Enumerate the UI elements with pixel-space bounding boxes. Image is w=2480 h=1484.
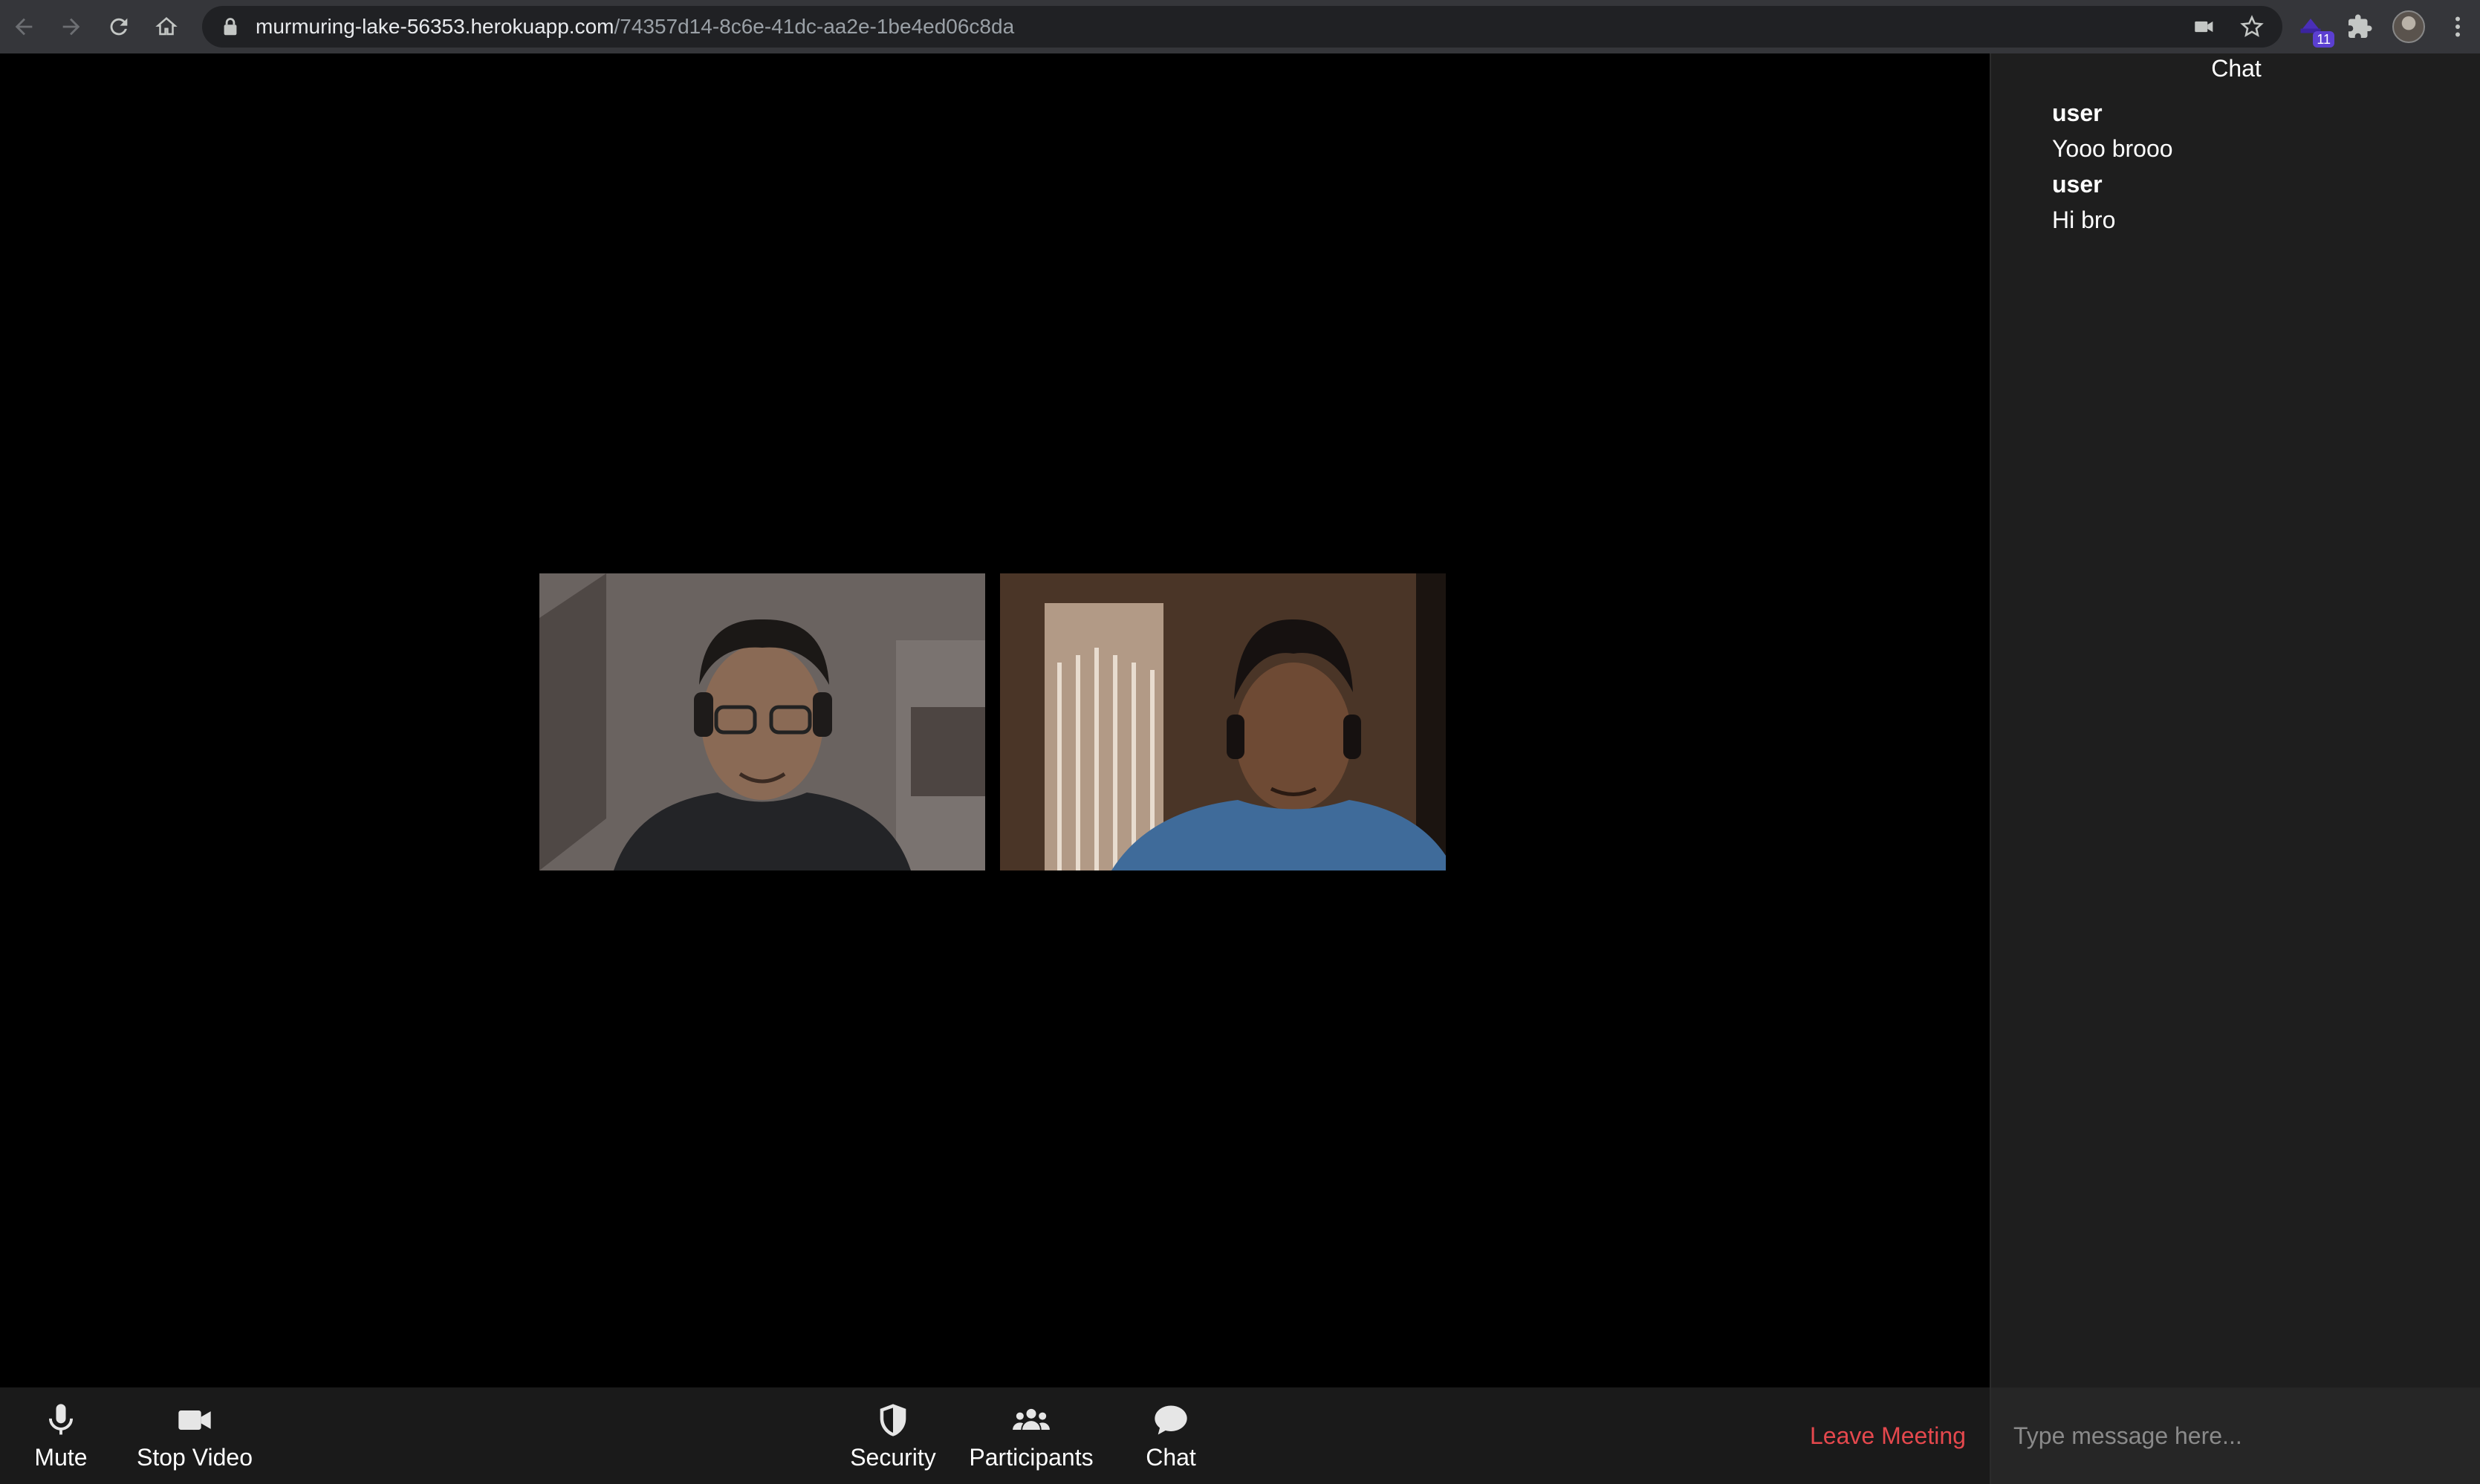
extension-badge-count: 11 xyxy=(2313,31,2334,48)
camera-in-use-icon[interactable] xyxy=(2192,14,2217,39)
chat-panel: Chat user Yooo brooo user Hi bro xyxy=(1990,53,2480,1484)
chat-message: user Hi bro xyxy=(2052,166,2468,238)
chat-message-text: Yooo brooo xyxy=(2052,135,2173,162)
security-label: Security xyxy=(850,1443,936,1471)
home-button[interactable] xyxy=(143,0,190,53)
forward-button[interactable] xyxy=(48,0,95,53)
back-button[interactable] xyxy=(0,0,48,53)
users-icon xyxy=(1012,1401,1051,1439)
participant-video-2 xyxy=(1000,573,1446,870)
participants-label: Participants xyxy=(969,1443,1094,1471)
more-vert-icon[interactable] xyxy=(2444,13,2471,40)
reload-button[interactable] xyxy=(95,0,143,53)
chat-message: user Yooo brooo xyxy=(2052,95,2468,166)
chat-label: Chat xyxy=(1146,1443,1196,1471)
chat-message-text: Hi bro xyxy=(2052,206,2116,233)
video-camera-icon xyxy=(175,1401,214,1439)
arrow-left-icon xyxy=(15,18,33,36)
meeting-toolbar: Mute Stop Video Security Participants Ch… xyxy=(0,1387,1990,1484)
security-button[interactable]: Security xyxy=(843,1387,944,1484)
stop-video-label: Stop Video xyxy=(137,1443,253,1471)
webcam-frame-1 xyxy=(539,573,985,870)
chat-message-list: user Yooo brooo user Hi bro xyxy=(2052,95,2468,238)
microphone-icon xyxy=(42,1401,80,1439)
chat-button[interactable]: Chat xyxy=(1137,1387,1205,1484)
mute-button[interactable]: Mute xyxy=(22,1387,100,1484)
extension-icon[interactable]: 11 xyxy=(2297,12,2334,48)
profile-avatar[interactable] xyxy=(2392,10,2425,43)
shield-icon xyxy=(874,1401,912,1439)
url-path: /74357d14-8c6e-41dc-aa2e-1be4ed06c8da xyxy=(614,15,1015,38)
lock-icon xyxy=(224,18,237,36)
mute-label: Mute xyxy=(34,1443,88,1471)
reload-icon xyxy=(110,18,128,36)
address-bar[interactable]: murmuring-lake-56353.herokuapp.com /7435… xyxy=(202,6,2282,48)
chat-message-sender: user xyxy=(2052,100,2103,126)
leave-meeting-button[interactable]: Leave Meeting xyxy=(1810,1387,1966,1484)
webcam-frame-2 xyxy=(1000,573,1446,870)
chat-message-sender: user xyxy=(2052,171,2103,198)
bookmark-star-icon[interactable] xyxy=(2239,14,2265,39)
arrow-right-icon xyxy=(62,18,80,36)
url-host: murmuring-lake-56353.herokuapp.com xyxy=(256,15,614,38)
home-icon xyxy=(155,16,178,36)
chat-panel-title: Chat xyxy=(2211,55,2262,82)
stop-video-button[interactable]: Stop Video xyxy=(129,1387,260,1484)
puzzle-icon[interactable] xyxy=(2346,13,2373,40)
participant-video-1 xyxy=(539,573,985,870)
chat-bubble-icon xyxy=(1152,1401,1190,1439)
video-grid xyxy=(0,53,1990,1387)
browser-toolbar: murmuring-lake-56353.herokuapp.com /7435… xyxy=(0,0,2480,53)
chat-message-input[interactable] xyxy=(2013,1413,2459,1458)
participants-button[interactable]: Participants xyxy=(964,1387,1098,1484)
chat-input-bar xyxy=(1991,1387,2480,1484)
